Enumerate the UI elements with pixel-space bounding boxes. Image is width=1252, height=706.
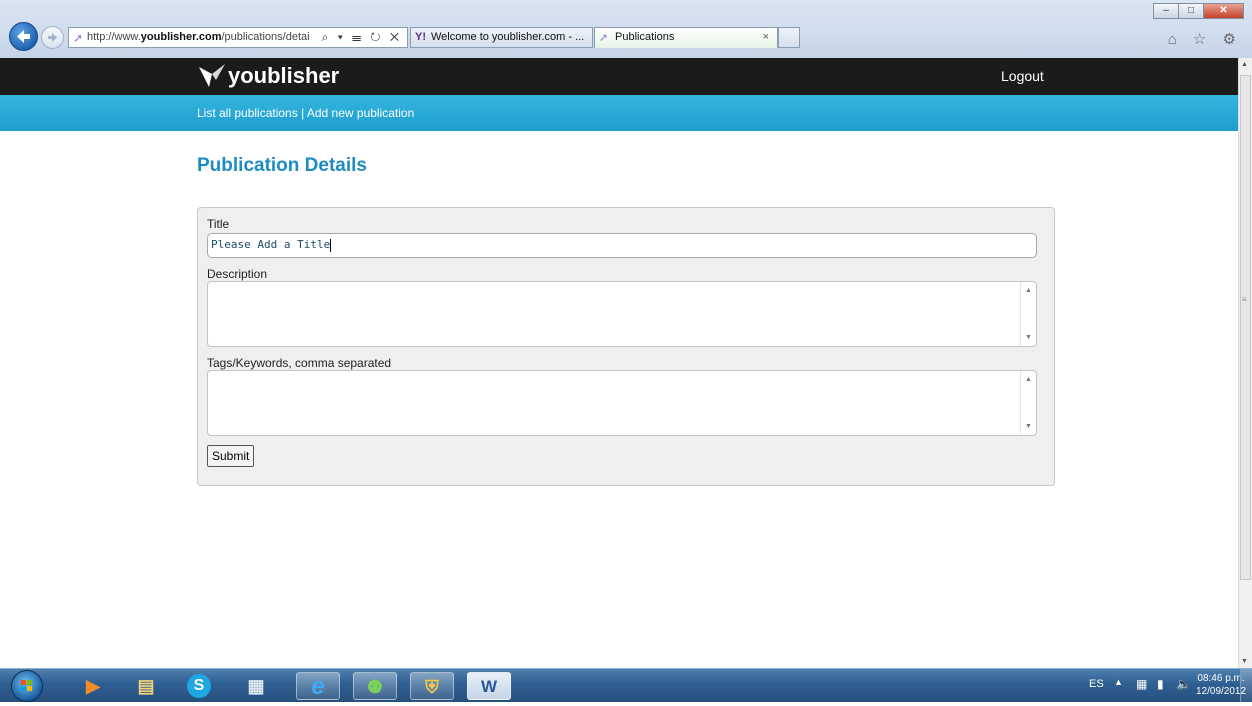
scrollbar-grip-icon: ≡ (1242, 295, 1247, 304)
url-path: /publications/detail: (221, 31, 310, 43)
logo-text: youblisher (228, 63, 340, 88)
description-textarea[interactable]: ▲ ▼ (207, 281, 1037, 347)
description-scrollbar[interactable]: ▲ ▼ (1020, 282, 1036, 346)
yahoo-icon: Y! (415, 31, 426, 43)
home-favorites-tools-icons[interactable]: ⌂ ☆ ⚙ (1168, 30, 1242, 48)
text-caret (330, 238, 332, 252)
scroll-up-icon[interactable]: ▲ (1025, 376, 1032, 383)
submit-button[interactable]: Submit (207, 445, 255, 467)
calculator-icon[interactable]: ▦ (241, 672, 271, 700)
network-icon[interactable]: ▦ (1136, 677, 1147, 691)
battery-icon[interactable]: ▮ (1157, 677, 1164, 691)
address-url[interactable]: http://www.youblisher.com/publications/d… (87, 31, 309, 43)
back-button[interactable] (9, 22, 38, 51)
internet-explorer-icon[interactable]: e (296, 672, 340, 700)
nav-separator: | (297, 106, 307, 120)
title-input-value: Please Add a Title (211, 238, 331, 251)
page-viewport: youblisher Logout List all publications … (0, 58, 1238, 668)
description-label: Description (207, 267, 268, 281)
url-domain: youblisher.com (140, 31, 222, 43)
file-explorer-icon[interactable]: ▤ (131, 672, 161, 700)
nav-links: List all publications | Add new publicat… (197, 106, 414, 120)
tags-label: Tags/Keywords, comma separated (207, 356, 392, 370)
tab-welcome-youblisher[interactable]: Y! Welcome to youblisher.com - ... (410, 27, 593, 48)
browser-chrome: ➚ http://www.youblisher.com/publications… (0, 0, 1252, 58)
maximize-button[interactable]: □ (1178, 3, 1204, 19)
start-button[interactable] (11, 670, 43, 702)
scroll-down-icon[interactable]: ▼ (1241, 658, 1248, 665)
word-icon[interactable]: W (467, 672, 511, 700)
tags-textarea[interactable]: ▲ ▼ (207, 370, 1037, 436)
tab-publications[interactable]: ➚ Publications × (594, 27, 778, 48)
scroll-down-icon[interactable]: ▼ (1025, 423, 1032, 430)
address-bar[interactable]: ➚ http://www.youblisher.com/publications… (68, 27, 408, 48)
language-indicator[interactable]: ES (1089, 678, 1104, 690)
scroll-up-icon[interactable]: ▲ (1241, 61, 1248, 68)
tags-scrollbar[interactable]: ▲ ▼ (1020, 371, 1036, 435)
url-prefix: http://www. (87, 31, 141, 43)
back-arrow-icon (17, 30, 30, 43)
show-desktop-button[interactable] (1240, 669, 1252, 702)
clock-time: 08:46 p.m. (1197, 673, 1245, 684)
close-window-button[interactable]: ✕ (1203, 3, 1244, 19)
clock[interactable]: 08:46 p.m. 12/09/2012 (1196, 672, 1246, 698)
window-controls: ‒ □ ✕ (1153, 3, 1244, 21)
taskbar: ▶ ▤ S ▦ e ⚉ ⛨ W ES ▲ ▦ ▮ 🔈 08:46 p.m. 12… (0, 668, 1252, 702)
list-publications-link[interactable]: List all publications (197, 106, 298, 120)
scroll-down-icon[interactable]: ▼ (1025, 334, 1032, 341)
site-header: youblisher Logout (0, 58, 1238, 95)
volume-icon[interactable]: 🔈 (1176, 677, 1191, 691)
page-scrollbar[interactable]: ▲ ≡ ▼ (1238, 58, 1252, 668)
forward-button[interactable] (41, 26, 64, 49)
clock-date: 12/09/2012 (1196, 686, 1247, 697)
site-favicon-icon: ➚ (73, 31, 84, 45)
publication-form: Title Please Add a Title Description ▲ ▼… (197, 207, 1055, 486)
title-label: Title (207, 217, 230, 231)
youblisher-logo-icon (199, 64, 225, 87)
site-nav: List all publications | Add new publicat… (0, 95, 1238, 131)
system-tray: ES ▲ ▦ ▮ 🔈 08:46 p.m. 12/09/2012 (1052, 669, 1252, 702)
media-player-icon[interactable]: ▶ (78, 672, 108, 700)
new-tab-button[interactable] (778, 27, 800, 48)
forward-arrow-icon (48, 33, 57, 42)
page-title: Publication Details (197, 155, 367, 176)
logout-link[interactable]: Logout (1001, 68, 1044, 84)
scrollbar-thumb[interactable] (1240, 75, 1251, 580)
site-favicon-icon: ➚ (599, 32, 609, 44)
show-hidden-icons-icon[interactable]: ▲ (1114, 677, 1123, 687)
people-icon[interactable]: ⚉ (353, 672, 397, 700)
skype-icon[interactable]: S (187, 674, 211, 698)
security-shield-icon[interactable]: ⛨ (410, 672, 454, 700)
tab-title: Welcome to youblisher.com - ... (431, 31, 585, 43)
tab-close-icon[interactable]: × (763, 31, 769, 43)
tab-title: Publications (615, 31, 675, 43)
scroll-up-icon[interactable]: ▲ (1025, 287, 1032, 294)
minimize-button[interactable]: ‒ (1153, 3, 1179, 19)
title-input[interactable]: Please Add a Title (207, 233, 1037, 258)
add-publication-link[interactable]: Add new publication (307, 106, 414, 120)
address-controls[interactable]: ⌕ ▾ ☰ ↻ ✕ (322, 30, 402, 45)
windows-logo-icon (21, 680, 32, 691)
